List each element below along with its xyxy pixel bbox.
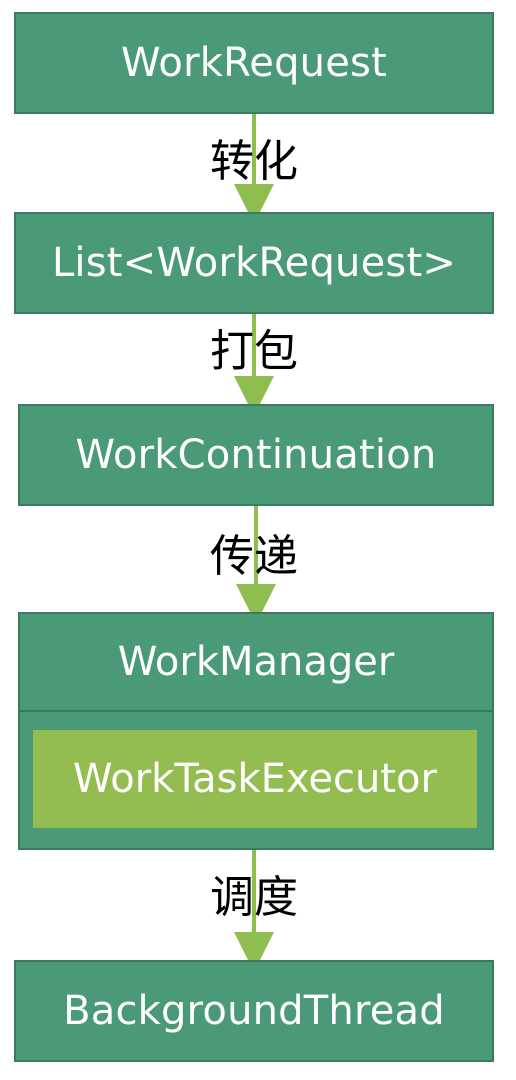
node-work-continuation: WorkContinuation xyxy=(18,404,494,506)
node-background-thread-label: BackgroundThread xyxy=(63,988,445,1034)
node-list-work-request-label: List<WorkRequest> xyxy=(51,240,457,286)
edge-label-pack: 打包 xyxy=(210,326,298,377)
node-work-request: WorkRequest xyxy=(14,12,494,114)
node-work-task-executor-label: WorkTaskExecutor xyxy=(73,756,437,802)
edge-label-pass: 传递 xyxy=(210,531,298,582)
node-list-work-request: List<WorkRequest> xyxy=(14,212,494,314)
node-work-manager: WorkManager xyxy=(20,614,492,712)
node-work-manager-label: WorkManager xyxy=(117,639,395,685)
node-background-thread: BackgroundThread xyxy=(14,960,494,1062)
node-work-manager-group: WorkManager WorkTaskExecutor xyxy=(18,612,494,850)
edge-label-schedule: 调度 xyxy=(210,872,298,923)
edge-label-convert: 转化 xyxy=(210,136,298,187)
node-work-continuation-label: WorkContinuation xyxy=(75,432,437,478)
node-work-task-executor: WorkTaskExecutor xyxy=(33,730,477,828)
node-work-request-label: WorkRequest xyxy=(121,40,387,86)
